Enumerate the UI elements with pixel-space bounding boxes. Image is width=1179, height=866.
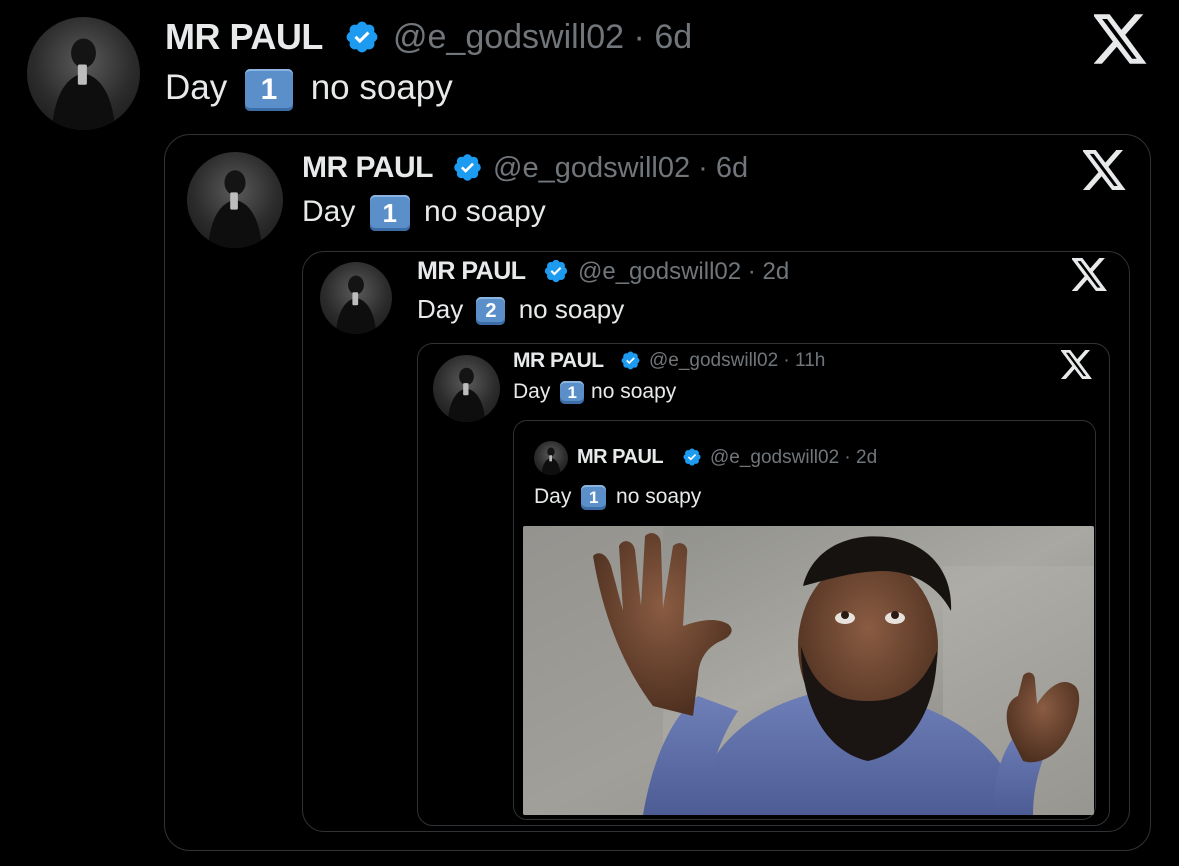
display-name[interactable]: MR PAUL (513, 349, 604, 373)
handle-and-time[interactable]: @e_godswill02 · 6d (393, 18, 692, 57)
tweet-text: Day 1 no soapy (302, 195, 546, 232)
avatar[interactable] (534, 441, 568, 475)
handle: @e_godswill02 (493, 152, 691, 184)
text-prefix: Day (165, 68, 228, 107)
handle-and-time[interactable]: @e_godswill02 · 6d (493, 152, 748, 185)
verified-badge-icon (454, 154, 481, 181)
keycap-number-emoji: 1 (581, 485, 607, 510)
handle-and-time[interactable]: @e_godswill02 · 2d (578, 258, 789, 286)
handle-and-time[interactable]: @e_godswill02 · 2d (710, 447, 877, 469)
timestamp: 2d (762, 258, 790, 285)
avatar[interactable] (433, 355, 500, 422)
avatar[interactable] (27, 17, 140, 130)
shrugging-man-image (523, 526, 1094, 815)
text-prefix: Day (302, 195, 356, 228)
timestamp: 6d (715, 152, 749, 184)
verified-badge-icon (346, 21, 378, 53)
tweet-text: Day 1 no soapy (534, 485, 701, 510)
x-logo-icon[interactable] (1094, 14, 1148, 64)
handle: @e_godswill02 (578, 258, 742, 285)
handle: @e_godswill02 (710, 447, 840, 468)
display-name[interactable]: MR PAUL (165, 16, 323, 58)
keycap-number-emoji: 1 (369, 195, 410, 232)
x-logo-icon[interactable] (1072, 258, 1108, 291)
separator: · (633, 18, 645, 56)
display-name[interactable]: MR PAUL (417, 257, 526, 286)
handle: @e_godswill02 (393, 18, 625, 56)
x-logo-icon[interactable] (1061, 350, 1093, 379)
keycap-number-emoji: 2 (476, 297, 506, 326)
text-suffix: no soapy (310, 68, 453, 107)
profile-photo (541, 447, 561, 475)
separator: · (844, 447, 851, 468)
text-prefix: Day (513, 380, 551, 403)
avatar[interactable] (187, 152, 283, 248)
display-name[interactable]: MR PAUL (302, 151, 433, 185)
verified-badge-icon (544, 259, 568, 283)
profile-photo (447, 367, 486, 422)
attached-photo[interactable] (523, 526, 1094, 815)
text-suffix: no soapy (616, 485, 702, 509)
verified-badge-icon (683, 448, 701, 466)
tweet-text: Day 1 no soapy (165, 68, 453, 111)
verified-badge-icon (621, 351, 640, 370)
separator: · (698, 152, 708, 184)
profile-photo (51, 38, 116, 130)
handle: @e_godswill02 (649, 350, 779, 371)
timestamp: 6d (654, 18, 693, 56)
separator: · (747, 258, 756, 285)
profile-photo (208, 170, 262, 248)
tweet-text: Day 2 no soapy (417, 294, 625, 326)
display-name[interactable]: MR PAUL (577, 446, 664, 469)
keycap-number-emoji: 1 (560, 380, 585, 404)
avatar[interactable] (320, 262, 392, 334)
separator: · (783, 350, 790, 371)
timestamp: 11h (795, 350, 826, 371)
handle-and-time[interactable]: @e_godswill02 · 11h (649, 350, 825, 372)
timestamp: 2d (856, 447, 878, 468)
text-prefix: Day (534, 485, 572, 509)
text-prefix: Day (417, 294, 464, 324)
tweet-text: Day 1 no soapy (513, 380, 676, 404)
text-suffix: no soapy (591, 380, 677, 403)
text-suffix: no soapy (424, 195, 546, 228)
keycap-number-emoji: 1 (244, 68, 293, 111)
profile-photo (335, 275, 377, 334)
text-suffix: no soapy (518, 294, 625, 324)
x-logo-icon[interactable] (1083, 150, 1127, 190)
